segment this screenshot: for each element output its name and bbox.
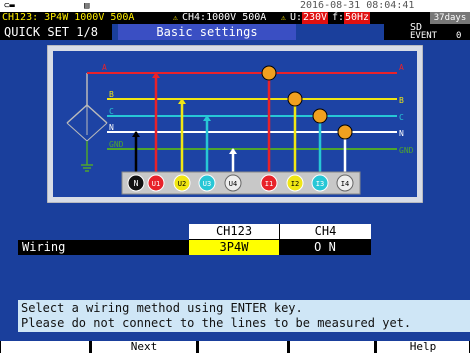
wiring-ch4-value[interactable]: O N (279, 240, 371, 255)
warning-icon-2: ⚠ (281, 13, 286, 22)
terminal-i2-label: I2 (291, 180, 299, 188)
ch4-column: CH4 O N (279, 224, 371, 255)
ch123-column: CH123 3P4W (189, 224, 279, 255)
terminal-i3-label: I3 (316, 180, 324, 188)
event-label: EVENT (410, 31, 438, 41)
voltage-value: 230V (302, 12, 329, 24)
label-c-left: C (109, 107, 114, 116)
sd-card-icon: ▤ (84, 1, 90, 11)
ch123-config: CH123: 3P4W 1000V 500A (2, 12, 135, 23)
message-line-2: Please do not connect to the lines to be… (21, 316, 412, 330)
help-message: Select a wiring method using ENTER key. … (18, 300, 470, 332)
terminal-u2-label: U2 (178, 180, 186, 188)
terminal-i1-label: I1 (265, 180, 273, 188)
fkey-f4[interactable] (290, 341, 374, 353)
ch4-config: CH4:1000V 500A (182, 12, 267, 23)
terminal-u3-label: U3 (203, 180, 211, 188)
function-key-bar: Next Help (0, 341, 470, 353)
message-line-1: Select a wiring method using ENTER key. (21, 301, 303, 315)
label-gnd-left: GND (109, 140, 124, 149)
terminal-i4-label: I4 (341, 180, 349, 188)
voltage-label: U: (290, 12, 303, 23)
fkey-f3[interactable] (199, 341, 287, 353)
label-a-left: A (102, 63, 107, 72)
label-n-right: N (399, 129, 404, 138)
wiring-diagram: A B C N GND A B C N GND N U1 U2 U3 U4 I1 (47, 45, 423, 203)
wiring-ch123-value[interactable]: 3P4W (189, 240, 279, 255)
label-a-right: A (399, 63, 404, 72)
storage-status: SD 37days EVENT 0 (384, 12, 470, 41)
page-title: Basic settings (118, 24, 296, 40)
ch123-header: CH123 (189, 224, 279, 240)
quick-set-indicator: QUICK SET 1/8 (0, 24, 112, 40)
status-bar: ⊂▬ ▤ 2016-08-31 08:04:41 CH123: 3P4W 100… (0, 0, 470, 24)
event-count: 0 (456, 31, 462, 41)
clamp-i3-icon (312, 108, 328, 124)
ch4-header: CH4 (279, 224, 371, 240)
fkey-f1[interactable] (1, 341, 89, 353)
frequency-value: 50Hz (344, 12, 371, 24)
clamp-i1-icon (261, 65, 277, 81)
frequency-label: f: (332, 12, 345, 23)
label-b-right: B (399, 96, 404, 105)
clamp-i4-icon (337, 124, 353, 140)
label-c-right: C (399, 113, 404, 122)
terminal-n-label: N (134, 179, 139, 188)
label-b-left: B (109, 90, 114, 99)
label-gnd-right: GND (399, 146, 414, 155)
warning-icon: ⚠ (173, 13, 178, 22)
terminal-u4-label: U4 (229, 180, 237, 188)
wiring-label: Wiring (18, 240, 189, 255)
terminal-u1-label: U1 (152, 180, 160, 188)
sd-days: 37days (430, 12, 470, 24)
label-n-left: N (109, 123, 114, 132)
clamp-i2-icon (287, 91, 303, 107)
help-button[interactable]: Help (377, 341, 469, 353)
power-plug-icon: ⊂▬ (4, 1, 15, 11)
datetime: 2016-08-31 08:04:41 (300, 0, 415, 11)
next-button[interactable]: Next (92, 341, 196, 353)
